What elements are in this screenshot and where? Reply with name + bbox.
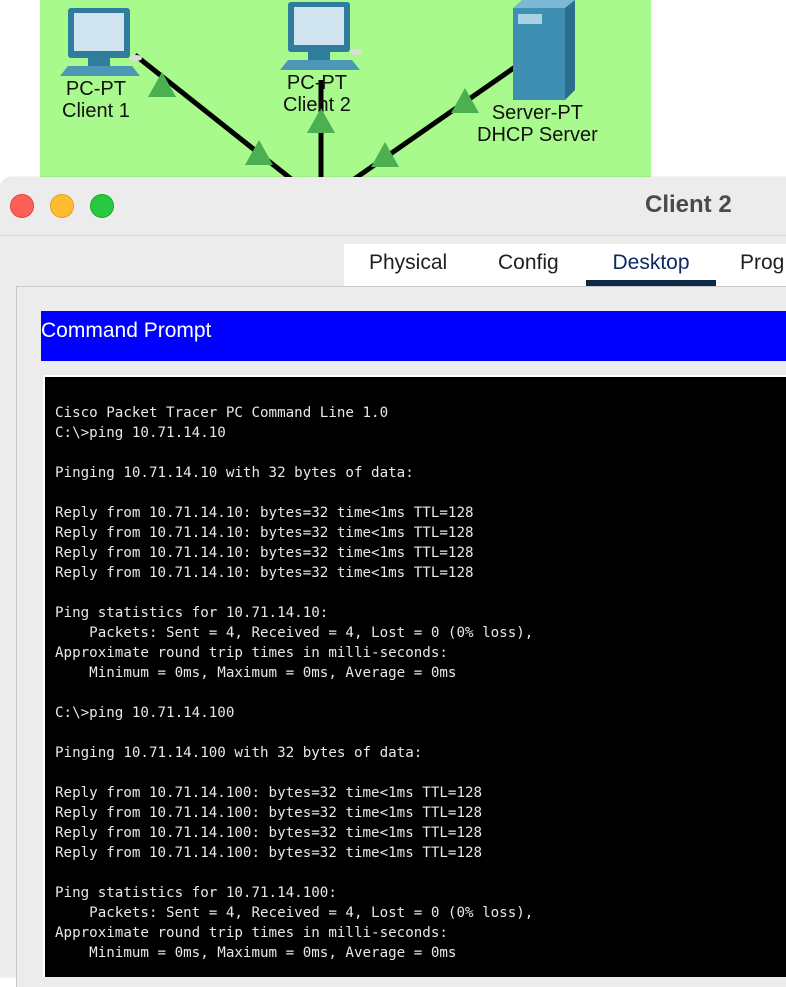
link-client1[interactable]: [133, 53, 297, 180]
tab-config[interactable]: Config: [498, 244, 559, 286]
device-type: PC-PT: [65, 78, 126, 100]
terminal-line: Packets: Sent = 4, Received = 4, Lost = …: [55, 625, 534, 641]
pc-client2-icon[interactable]: [280, 2, 362, 70]
terminal-line: Pinging 10.71.14.100 with 32 bytes of da…: [55, 745, 423, 761]
terminal-line: Reply from 10.71.14.100: bytes=32 time<1…: [55, 785, 483, 801]
topology-canvas[interactable]: PC-PT Client 1 PC-PT Client 2 Server-PT …: [40, 0, 651, 180]
window-titlebar[interactable]: Client 2: [0, 177, 786, 236]
terminal-line: Reply from 10.71.14.10: bytes=32 time<1m…: [55, 545, 474, 561]
device-name: Client 1: [62, 100, 130, 122]
device-label-client2: PC-PT Client 2: [283, 72, 351, 116]
terminal-line: Reply from 10.71.14.10: bytes=32 time<1m…: [55, 505, 474, 521]
device-label-client1: PC-PT Client 1: [62, 78, 130, 122]
link-up-indicator: [451, 88, 479, 113]
desktop-pane: Command Prompt Cisco Packet Tracer PC Co…: [16, 286, 786, 987]
terminal-line: Ping statistics for 10.71.14.100:: [55, 885, 337, 901]
device-name: DHCP Server: [477, 124, 598, 146]
device-window: Client 2 Physical Config Desktop Prog Co…: [0, 177, 786, 987]
device-label-server: Server-PT DHCP Server: [477, 102, 598, 146]
terminal-line: C:\>ping 10.71.14.100: [55, 705, 235, 721]
terminal-line: Minimum = 0ms, Maximum = 0ms, Average = …: [55, 665, 457, 681]
terminal-line: Ping statistics for 10.71.14.10:: [55, 605, 329, 621]
close-button[interactable]: [10, 194, 34, 218]
terminal-line: Approximate round trip times in milli-se…: [55, 925, 448, 941]
terminal[interactable]: Cisco Packet Tracer PC Command Line 1.0 C…: [43, 375, 786, 977]
terminal-line: C:\>ping 10.71.14.10: [55, 425, 226, 441]
minimize-button[interactable]: [50, 194, 74, 218]
link-up-indicator: [371, 142, 399, 167]
terminal-line: Minimum = 0ms, Maximum = 0ms, Average = …: [55, 945, 457, 961]
terminal-line: Pinging 10.71.14.10 with 32 bytes of dat…: [55, 465, 414, 481]
device-type: PC-PT: [286, 72, 347, 94]
maximize-button[interactable]: [90, 194, 114, 218]
tab-desktop[interactable]: Desktop: [586, 244, 716, 286]
command-prompt-title: Command Prompt: [41, 311, 786, 361]
device-type: Server-PT: [491, 102, 583, 124]
terminal-output: Cisco Packet Tracer PC Command Line 1.0 C…: [55, 403, 533, 963]
window-title: Client 2: [645, 191, 732, 218]
terminal-line: Packets: Sent = 4, Received = 4, Lost = …: [55, 905, 534, 921]
tab-programming[interactable]: Prog: [740, 244, 784, 286]
tab-bar: Physical Config Desktop Prog: [344, 244, 786, 286]
terminal-line: Reply from 10.71.14.10: bytes=32 time<1m…: [55, 565, 474, 581]
server-icon[interactable]: [513, 0, 575, 100]
terminal-line: Reply from 10.71.14.100: bytes=32 time<1…: [55, 845, 483, 861]
terminal-line: Reply from 10.71.14.100: bytes=32 time<1…: [55, 825, 483, 841]
pc-client1-icon[interactable]: [60, 8, 142, 76]
terminal-line: Reply from 10.71.14.10: bytes=32 time<1m…: [55, 525, 474, 541]
tab-physical[interactable]: Physical: [369, 244, 447, 286]
terminal-line: Approximate round trip times in milli-se…: [55, 645, 448, 661]
terminal-line: Cisco Packet Tracer PC Command Line 1.0: [55, 405, 389, 421]
terminal-line: Reply from 10.71.14.100: bytes=32 time<1…: [55, 805, 483, 821]
device-name: Client 2: [283, 94, 351, 116]
